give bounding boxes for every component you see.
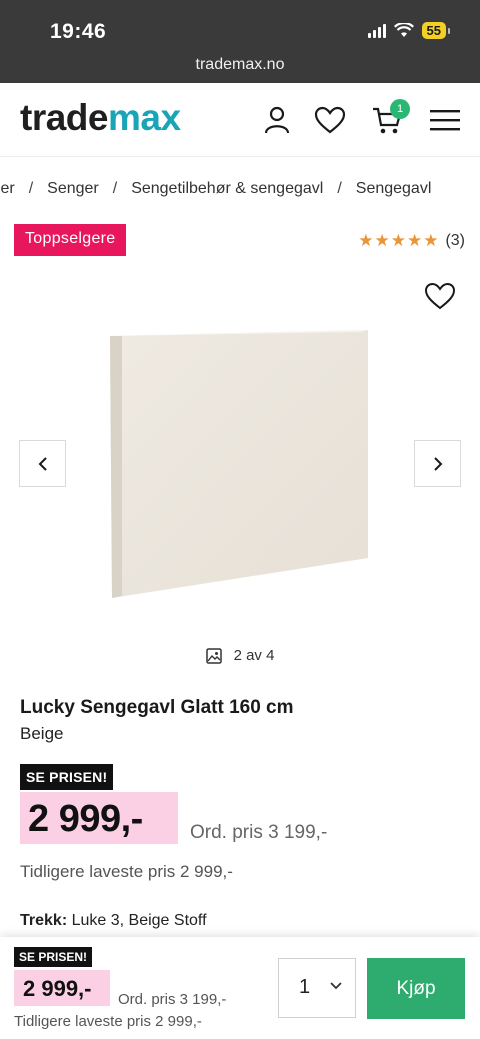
breadcrumb-separator: / <box>28 180 34 197</box>
sticky-se-prisen-tag: SE PRISEN! <box>14 947 93 967</box>
breadcrumb-separator: / <box>112 180 118 197</box>
logo-text-trade: trade <box>20 97 108 138</box>
wifi-icon <box>393 23 414 37</box>
breadcrumb-item[interactable]: Sengegavl <box>356 180 432 198</box>
sticky-price-box: 2 999,- <box>14 970 110 1006</box>
se-prisen-tag: SE PRISEN! <box>20 764 114 790</box>
gallery-next-button[interactable] <box>414 440 461 487</box>
star-rating-icon: ★★★★★ <box>358 231 440 250</box>
site-header: trademax 1 <box>0 83 480 157</box>
lowest-previous-price: Tidligere laveste pris 2 999,- <box>20 862 233 881</box>
breadcrumb-item[interactable]: bler <box>0 180 15 198</box>
signal-icon <box>367 23 386 38</box>
image-icon <box>205 647 222 664</box>
sticky-price: 2 999,- <box>23 976 92 1001</box>
chevron-right-icon <box>433 456 442 471</box>
gallery-prev-button[interactable] <box>19 440 66 487</box>
product-price: 2 999,- <box>28 798 143 840</box>
ordinary-price: Ord. pris 3 199,- <box>190 822 328 843</box>
battery-icon: 55 <box>421 22 451 39</box>
product-image-headboard[interactable] <box>110 330 370 598</box>
rating-count: (3) <box>445 232 465 249</box>
cart-icon[interactable]: 1 <box>370 99 410 137</box>
user-icon[interactable] <box>260 103 294 137</box>
breadcrumb-separator: / <box>337 180 342 197</box>
wishlist-heart-icon[interactable] <box>424 282 456 312</box>
trekk-info: Trekk: Luke 3, Beige Stoff <box>20 912 207 930</box>
quantity-value: 1 <box>299 976 311 998</box>
breadcrumb-item[interactable]: Senger <box>47 180 99 198</box>
chevron-left-icon <box>38 456 47 471</box>
sticky-lowest-price: Tidligere laveste pris 2 999,- <box>14 1013 202 1030</box>
product-rating[interactable]: ★★★★★ (3) <box>358 231 465 251</box>
buy-button[interactable]: Kjøp <box>367 958 465 1019</box>
sticky-ordinary-price: Ord. pris 3 199,- <box>118 991 227 1008</box>
trademax-logo[interactable]: trademax <box>20 97 181 139</box>
status-icons: 55 <box>367 22 451 39</box>
breadcrumb-item[interactable]: Sengetilbehør & sengegavl <box>131 180 323 198</box>
product-color: Beige <box>20 724 64 743</box>
browser-chrome: 19:46 55 trademax.no <box>0 0 480 83</box>
image-counter: 2 av 4 <box>0 647 480 664</box>
image-counter-text: 2 av 4 <box>233 647 275 664</box>
logo-text-max: max <box>107 97 181 138</box>
price-box: 2 999,- <box>20 792 178 844</box>
status-time: 19:46 <box>50 20 107 43</box>
trekk-label: Trekk: <box>20 912 68 929</box>
breadcrumb: bler / Senger / Sengetilbehør & sengegav… <box>0 180 480 202</box>
heart-icon[interactable] <box>313 103 347 137</box>
url-bar[interactable]: trademax.no <box>0 56 480 74</box>
cart-count-badge: 1 <box>390 99 410 119</box>
chevron-down-icon <box>330 982 342 990</box>
toppselgere-badge: Toppselgere <box>14 224 127 256</box>
quantity-select[interactable]: 1 <box>278 958 356 1018</box>
trekk-value: Luke 3, Beige Stoff <box>71 912 207 929</box>
product-title: Lucky Sengegavl Glatt 160 cm <box>20 697 294 718</box>
menu-icon[interactable] <box>428 103 462 137</box>
